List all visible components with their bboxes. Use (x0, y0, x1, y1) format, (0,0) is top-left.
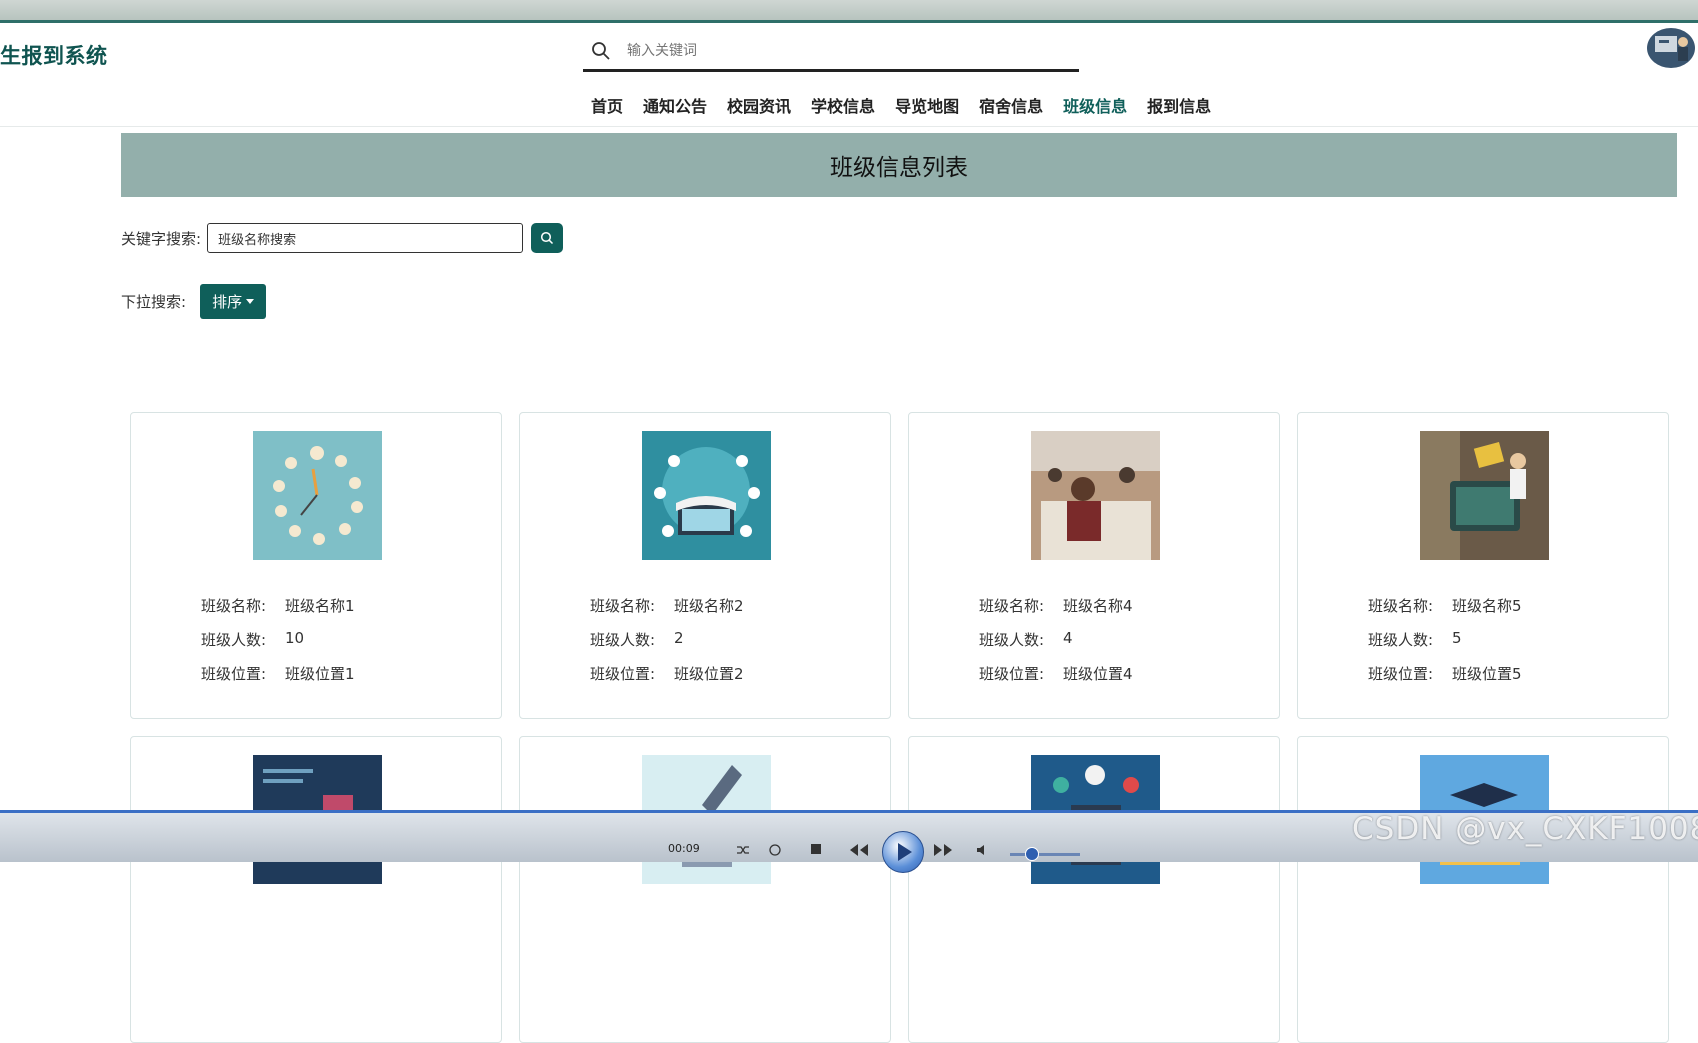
play-icon (898, 843, 912, 861)
class-card[interactable]: 班级名称: 班级名称4 班级人数: 4 班级位置: 班级位置4 (908, 412, 1280, 719)
watermark: CSDN @vx_CXKF10088 (1352, 811, 1698, 847)
class-card[interactable]: 班级名称: 班级名称1 班级人数: 10 班级位置: 班级位置1 (130, 412, 502, 719)
sort-label: 排序 (212, 292, 243, 311)
shuffle-icon[interactable] (736, 843, 750, 857)
main-nav: 首页 通知公告 校园资讯 学校信息 导览地图 宿舍信息 班级信息 报到信息 (583, 93, 1221, 119)
page-title: 班级信息列表 (121, 133, 1677, 197)
education-clock-image-icon (253, 431, 382, 560)
class-name-value: 班级名称5 (1452, 597, 1522, 615)
stop-icon[interactable] (810, 843, 822, 855)
keyword-search-label: 关键字搜索: (121, 229, 202, 248)
chevron-down-icon (246, 298, 255, 304)
class-location-label: 班级位置: (201, 665, 267, 683)
class-card[interactable] (908, 736, 1280, 1043)
nav-item-school-info[interactable]: 学校信息 (801, 93, 885, 119)
dropdown-search-row: 下拉搜索: 排序 (121, 283, 267, 319)
class-card-info: 班级名称: 班级名称5 班级人数: 5 班级位置: 班级位置5 (1368, 595, 1522, 697)
class-location-value: 班级位置2 (674, 665, 744, 683)
class-thumbnail (642, 431, 771, 560)
class-card[interactable] (519, 736, 891, 1043)
search-icon (541, 231, 554, 245)
search-icon (592, 42, 610, 60)
nav-item-report-info[interactable]: 报到信息 (1137, 93, 1221, 119)
dropdown-search-label: 下拉搜索: (121, 292, 187, 311)
nav-item-campus-news[interactable]: 校园资讯 (717, 93, 801, 119)
class-count-label: 班级人数: (1368, 631, 1434, 649)
class-count-value: 4 (1063, 629, 1073, 647)
rewind-icon[interactable] (848, 843, 870, 857)
class-name-value: 班级名称1 (285, 597, 355, 615)
class-name-value: 班级名称4 (1063, 597, 1133, 615)
class-name-label: 班级名称: (201, 597, 267, 615)
class-thumbnail (1420, 431, 1549, 560)
class-thumbnail (253, 431, 382, 560)
volume-slider[interactable] (1010, 853, 1080, 856)
nav-item-notices[interactable]: 通知公告 (633, 93, 717, 119)
top-search-input[interactable] (625, 42, 1049, 60)
class-thumbnail (1031, 431, 1160, 560)
class-card[interactable] (1297, 736, 1669, 1043)
class-name-value: 班级名称2 (674, 597, 744, 615)
class-card-grid: 班级名称: 班级名称1 班级人数: 10 班级位置: 班级位置1 班级名称: 班级名称2… (130, 412, 1670, 1043)
avatar-image-icon (1647, 28, 1695, 68)
keyword-search-button[interactable] (531, 223, 564, 253)
repeat-icon[interactable] (768, 843, 782, 857)
class-location-label: 班级位置: (590, 665, 656, 683)
class-location-value: 班级位置4 (1063, 665, 1133, 683)
classroom-photo-image-icon (1031, 431, 1160, 560)
top-search-bar[interactable] (583, 33, 1079, 72)
nav-item-dorm-info[interactable]: 宿舍信息 (969, 93, 1053, 119)
nav-item-home[interactable]: 首页 (583, 93, 633, 119)
class-location-label: 班级位置: (979, 665, 1045, 683)
tablet-learning-image-icon (1420, 431, 1549, 560)
class-card[interactable]: 班级名称: 班级名称2 班级人数: 2 班级位置: 班级位置2 (519, 412, 891, 719)
class-location-label: 班级位置: (1368, 665, 1434, 683)
keyword-search-input[interactable] (207, 223, 524, 253)
online-education-image-icon (642, 431, 771, 560)
nav-item-class-info[interactable]: 班级信息 (1053, 93, 1137, 119)
nav-item-guide-map[interactable]: 导览地图 (885, 93, 969, 119)
class-name-label: 班级名称: (590, 597, 656, 615)
class-count-label: 班级人数: (979, 631, 1045, 649)
keyword-search-row: 关键字搜索: (121, 222, 564, 254)
class-card-info: 班级名称: 班级名称1 班级人数: 10 班级位置: 班级位置1 (201, 595, 355, 697)
class-name-label: 班级名称: (979, 597, 1045, 615)
site-brand: 生报到系统 (0, 44, 108, 68)
fast-forward-icon[interactable] (932, 843, 954, 857)
class-card-info: 班级名称: 班级名称4 班级人数: 4 班级位置: 班级位置4 (979, 595, 1133, 697)
class-card[interactable] (130, 736, 502, 1043)
class-count-label: 班级人数: (590, 631, 656, 649)
class-location-value: 班级位置5 (1452, 665, 1522, 683)
class-count-label: 班级人数: (201, 631, 267, 649)
sort-dropdown-button[interactable]: 排序 (200, 283, 267, 319)
avatar[interactable] (1647, 28, 1695, 68)
volume-icon[interactable] (976, 843, 990, 857)
class-location-value: 班级位置1 (285, 665, 355, 683)
class-count-value: 5 (1452, 629, 1462, 647)
player-timecode: 00:09 (668, 842, 700, 855)
play-button[interactable] (882, 831, 924, 873)
browser-top-strip (0, 0, 1698, 23)
class-count-value: 2 (674, 629, 684, 647)
class-card[interactable]: 班级名称: 班级名称5 班级人数: 5 班级位置: 班级位置5 (1297, 412, 1669, 719)
class-count-value: 10 (285, 629, 305, 647)
header-divider (0, 126, 1698, 127)
class-card-info: 班级名称: 班级名称2 班级人数: 2 班级位置: 班级位置2 (590, 595, 744, 697)
class-name-label: 班级名称: (1368, 597, 1434, 615)
